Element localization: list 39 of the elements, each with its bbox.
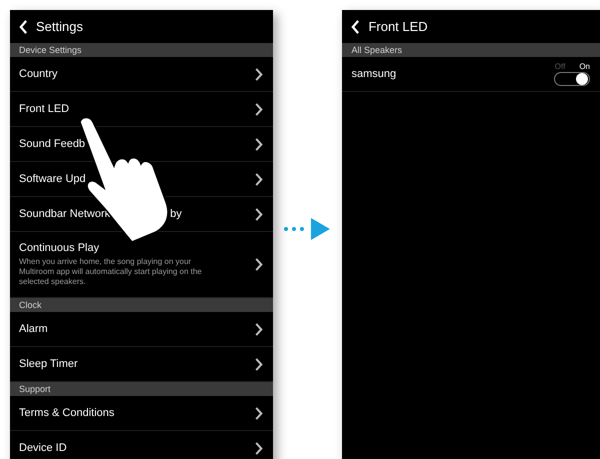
row-label: Sound Feedb — [19, 138, 86, 150]
chevron-icon — [254, 172, 263, 186]
chevron-icon — [254, 208, 263, 220]
chevron-icon — [254, 258, 263, 271]
row-label: Front LED — [19, 103, 70, 115]
row-label: Device ID — [19, 442, 67, 454]
on-label: On — [579, 62, 590, 71]
back-icon[interactable] — [351, 20, 360, 34]
row-label: Country — [19, 68, 58, 80]
chevron-icon — [254, 68, 263, 80]
chevron-icon — [254, 138, 263, 150]
settings-row[interactable]: Terms & Conditions — [10, 396, 273, 431]
back-icon[interactable] — [19, 20, 28, 34]
row-label: Software Upd — [19, 173, 86, 185]
chevron-icon — [254, 406, 263, 420]
speaker-name: samsung — [351, 68, 396, 80]
row-label: Continuous Play — [19, 242, 100, 254]
arrow-drawing — [282, 217, 330, 241]
chevron-icon — [254, 102, 263, 116]
screen-title: Front LED — [368, 19, 428, 34]
row-label: Terms & Conditions — [19, 407, 114, 419]
row-description: When you arrive home, the song playing on your Multiroom app will automatically start playing on the selected speakers. — [19, 257, 203, 287]
row-label: Sleep Timer — [19, 358, 78, 370]
chevron-icon — [254, 322, 263, 336]
section-header: All Speakers — [342, 43, 600, 57]
settings-row[interactable]: Device ID — [10, 431, 273, 459]
chevron-icon — [254, 442, 263, 454]
section-header: Clock — [10, 298, 273, 312]
row-label: Soundbar Network — [19, 208, 110, 220]
settings-row[interactable]: Alarm — [10, 312, 273, 347]
section-header: Support — [10, 382, 273, 396]
row-label: Alarm — [19, 323, 48, 335]
settings-row[interactable]: Country — [10, 57, 273, 92]
row-label: by — [170, 208, 182, 220]
off-label: Off — [554, 62, 566, 71]
chevron-icon — [254, 358, 263, 370]
toggle-switch[interactable] — [554, 72, 590, 86]
screen-title: Settings — [36, 19, 83, 34]
section-header: Device Settings — [10, 43, 273, 57]
